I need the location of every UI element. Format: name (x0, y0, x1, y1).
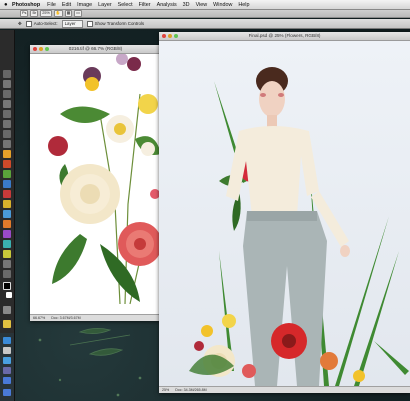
menu-select[interactable]: Select (118, 2, 133, 8)
screen-mode-icon[interactable]: ▭ (74, 10, 82, 17)
document-window-flowers[interactable]: 0216.tif @ 66.7% (RGB/8) 66.67% Doc: 3.6… (30, 45, 161, 321)
window-titlebar[interactable]: Final.psd @ 25% (Flowers, RGB/8) (159, 32, 410, 41)
magic-wand-tool-icon[interactable] (3, 100, 11, 108)
foreground-color-swatch[interactable] (3, 282, 11, 290)
dock (0, 333, 14, 401)
fashion-composite-image (159, 41, 410, 386)
blur-tool-icon[interactable] (3, 190, 11, 198)
auto-select-label: Auto-Select: (33, 21, 58, 26)
options-bar: ✥ Auto-Select: Layer Show Transform Cont… (0, 19, 410, 29)
window-title: 0216.tif @ 66.7% (RGB/8) (68, 46, 123, 51)
hand-tool-icon[interactable]: ✋ (53, 10, 63, 17)
zoom-select[interactable]: 25% (40, 10, 52, 17)
history-brush-tool-icon[interactable] (3, 160, 11, 168)
show-transform-checkbox[interactable] (86, 20, 93, 27)
downloads-folder-icon[interactable] (3, 389, 11, 396)
move-tool-icon[interactable]: ✥ (18, 21, 22, 27)
minimize-icon[interactable] (168, 34, 172, 38)
window-controls (162, 34, 178, 38)
hand-tool-icon[interactable] (3, 260, 11, 268)
document-canvas[interactable] (30, 54, 161, 314)
app-icon[interactable] (3, 347, 11, 354)
zoom-icon[interactable] (45, 47, 49, 51)
crop-tool-icon[interactable] (3, 110, 11, 118)
menu-3d[interactable]: 3D (183, 2, 190, 8)
shape-tool-icon[interactable] (3, 240, 11, 248)
gradient-tool-icon[interactable] (3, 180, 11, 188)
bridge-icon[interactable]: Br (30, 10, 39, 17)
application-bar: Ps Br 25% ✋ ▦ ▭ (0, 10, 410, 18)
eraser-tool-icon[interactable] (3, 170, 11, 178)
menu-image[interactable]: Image (77, 2, 92, 8)
quick-mask-icon[interactable] (3, 306, 11, 314)
3d-rotate-tool-icon[interactable] (3, 250, 11, 258)
lasso-tool-icon[interactable] (3, 90, 11, 98)
menu-analysis[interactable]: Analysis (157, 2, 177, 8)
mail-icon[interactable] (3, 367, 11, 374)
doc-size-readout[interactable]: Doc: 34.3M/265.8M (175, 387, 206, 393)
menu-filter[interactable]: Filter (139, 2, 151, 8)
mac-menubar: ● Photoshop File Edit Image Layer Select… (0, 0, 410, 10)
minimize-icon[interactable] (39, 47, 43, 51)
stamp-tool-icon[interactable] (3, 150, 11, 158)
transform-group: Show Transform Controls (86, 20, 145, 27)
move-tool-icon[interactable] (3, 70, 11, 78)
document-canvas[interactable] (159, 41, 410, 386)
zoom-readout[interactable]: 25% (162, 387, 169, 393)
menu-app-name[interactable]: Photoshop (12, 2, 40, 8)
menu-help[interactable]: Help (238, 2, 249, 8)
window-titlebar[interactable]: 0216.tif @ 66.7% (RGB/8) (30, 45, 161, 54)
path-selection-tool-icon[interactable] (3, 230, 11, 238)
eyedropper-tool-icon[interactable] (3, 120, 11, 128)
menu-window[interactable]: Window (213, 2, 232, 8)
marquee-tool-icon[interactable] (3, 80, 11, 88)
background-color-swatch[interactable] (6, 292, 12, 298)
screen-mode-icon[interactable] (3, 320, 11, 328)
auto-select-group: Auto-Select: (25, 20, 58, 27)
pen-tool-icon[interactable] (3, 210, 11, 218)
ps-logo-icon[interactable]: Ps (20, 10, 29, 17)
close-icon[interactable] (33, 47, 37, 51)
window-statusbar: 25% Doc: 34.3M/265.8M (159, 386, 410, 393)
zoom-readout[interactable]: 66.67% (33, 315, 45, 321)
folder-icon[interactable] (3, 377, 11, 384)
apple-icon[interactable]: ● (4, 2, 12, 8)
dodge-tool-icon[interactable] (3, 200, 11, 208)
window-statusbar: 66.67% Doc: 3.67M/3.67M (30, 314, 161, 321)
zoom-icon[interactable] (174, 34, 178, 38)
auto-select-dropdown[interactable]: Layer (61, 19, 83, 28)
brush-tool-icon[interactable] (3, 140, 11, 148)
safari-icon[interactable] (3, 357, 11, 364)
arrange-documents-icon[interactable]: ▦ (64, 10, 73, 17)
show-transform-label: Show Transform Controls (94, 21, 145, 26)
menu-edit[interactable]: Edit (62, 2, 71, 8)
menu-layer[interactable]: Layer (98, 2, 112, 8)
window-controls (33, 47, 49, 51)
document-window-final[interactable]: Final.psd @ 25% (Flowers, RGB/8) 25% Doc… (159, 32, 410, 393)
zoom-tool-icon[interactable] (3, 270, 11, 278)
doc-size-readout[interactable]: Doc: 3.67M/3.67M (51, 315, 80, 321)
finder-icon[interactable] (3, 337, 11, 344)
auto-select-checkbox[interactable] (25, 20, 32, 27)
window-title: Final.psd @ 25% (Flowers, RGB/8) (248, 33, 321, 38)
type-tool-icon[interactable] (3, 220, 11, 228)
healing-tool-icon[interactable] (3, 130, 11, 138)
menu-view[interactable]: View (196, 2, 208, 8)
bouquet-illustration (30, 54, 161, 314)
close-icon[interactable] (162, 34, 166, 38)
menu-file[interactable]: File (47, 2, 56, 8)
